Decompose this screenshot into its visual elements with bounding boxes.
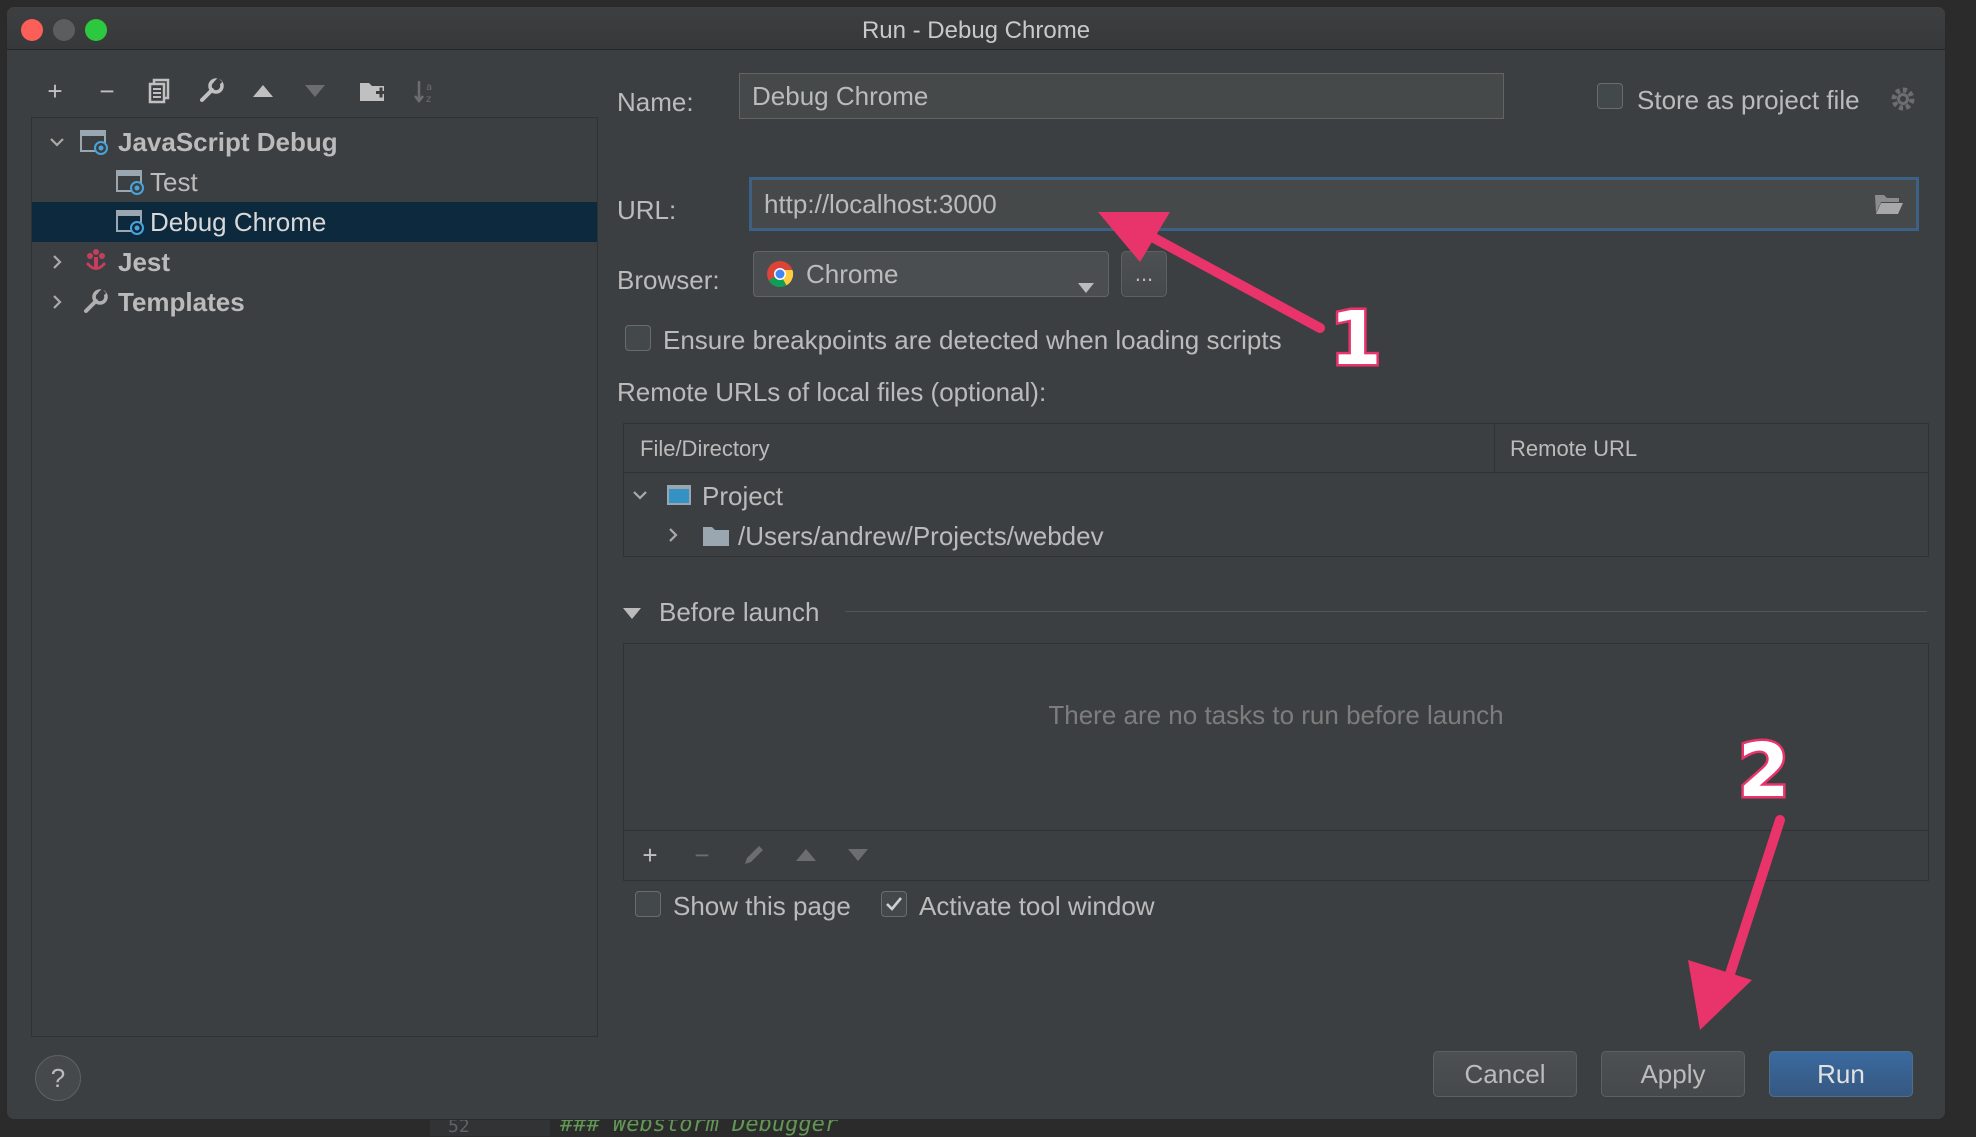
annotation-arrow-1 bbox=[1098, 212, 1325, 333]
annotation-number-2: 2 bbox=[1736, 726, 1792, 817]
annotation-arrow-2 bbox=[1688, 815, 1785, 1030]
annotation-arrows bbox=[1098, 212, 1785, 1030]
annotation-number-1: 1 bbox=[1328, 294, 1384, 385]
